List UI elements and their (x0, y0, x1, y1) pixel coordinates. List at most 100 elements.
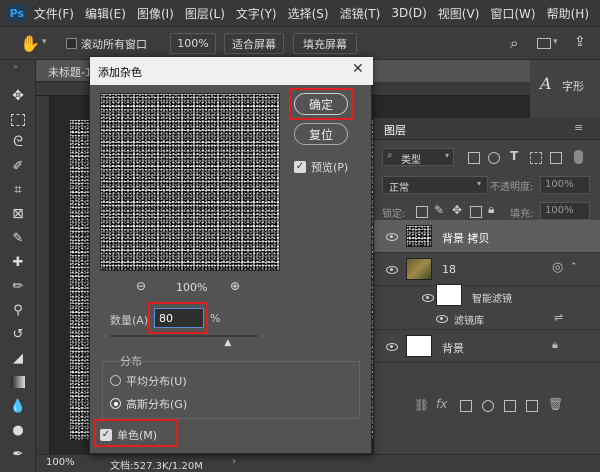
filter-adjustment-icon[interactable] (488, 152, 500, 164)
lock-position-icon[interactable]: ✥ (452, 203, 462, 217)
menu-layer[interactable]: 图层(L) (185, 5, 225, 22)
amount-slider-track[interactable] (110, 335, 258, 337)
layer-row[interactable]: 18 ◎ ⌃ (374, 253, 600, 286)
reset-button[interactable]: 复位 (294, 123, 348, 145)
workspace-icon[interactable] (537, 38, 551, 49)
filter-toggle-icon[interactable] (574, 150, 583, 164)
adjustment-layer-icon[interactable] (482, 400, 494, 412)
dodge-tool-icon[interactable]: ● (8, 420, 28, 440)
pen-tool-icon[interactable]: ✒ (8, 444, 28, 464)
filter-options-icon[interactable]: ⇌ (554, 311, 563, 324)
character-label[interactable]: 字形 (562, 78, 584, 94)
document-info: 文档:527.3K/1.20M (110, 461, 203, 472)
gaussian-radio[interactable] (110, 398, 121, 409)
lasso-tool-icon[interactable]: ᘓ (8, 132, 28, 152)
layer-row[interactable]: 背景 🔒︎ (374, 330, 600, 363)
filter-type-icon[interactable]: T (510, 149, 518, 163)
visibility-eye-icon[interactable] (386, 266, 398, 274)
layer-name[interactable]: 智能滤镜 (472, 290, 512, 305)
eraser-tool-icon[interactable]: ◢ (8, 348, 28, 368)
uniform-radio[interactable] (110, 375, 121, 386)
menu-edit[interactable]: 编辑(E) (85, 5, 126, 22)
expand-chevron-icon[interactable]: ⌃ (570, 262, 578, 272)
character-icon[interactable]: A (540, 74, 552, 93)
visibility-eye-icon[interactable] (436, 315, 448, 323)
zoom-100-button[interactable]: 100% (170, 33, 216, 54)
menu-3d[interactable]: 3D(D) (391, 6, 426, 20)
fx-icon[interactable]: fx (436, 397, 447, 411)
eyedropper-tool-icon[interactable]: ✎ (8, 228, 28, 248)
blur-tool-icon[interactable]: 💧 (8, 396, 28, 416)
smart-filter-badge-icon[interactable]: ◎ (552, 260, 563, 275)
status-zoom[interactable]: 100% (46, 457, 75, 468)
info-chevron-icon[interactable]: › (232, 456, 236, 467)
close-icon[interactable]: ✕ (352, 61, 364, 77)
menu-window[interactable]: 窗口(W) (490, 5, 535, 22)
lock-all-icon[interactable]: 🔒︎ (488, 202, 494, 217)
menu-view[interactable]: 视图(V) (438, 5, 480, 22)
workspace-chevron-icon[interactable]: ▾ (553, 37, 558, 47)
lock-transparent-icon[interactable] (416, 206, 428, 218)
fill-screen-button[interactable]: 填充屏幕 (293, 33, 357, 54)
layer-row[interactable]: 智能滤镜 (374, 284, 600, 308)
visibility-eye-icon[interactable] (386, 233, 398, 241)
brush-tool-icon[interactable]: ✏ (8, 276, 28, 296)
opacity-input[interactable]: 100% (540, 176, 590, 194)
marquee-tool-icon[interactable] (11, 114, 25, 126)
fit-screen-button[interactable]: 适合屏幕 (224, 33, 284, 54)
frame-tool-icon[interactable]: ⊠ (8, 204, 28, 224)
add-noise-dialog: 添加杂色 ✕ ⊖ 100% ⊕ 确定 复位 ✓ 预览(P) 数量(A) 80 %… (89, 56, 373, 454)
scroll-all-label: 滚动所有窗口 (81, 38, 147, 51)
amount-slider-thumb[interactable]: ▲ (224, 338, 231, 348)
layer-name[interactable]: 背景 (442, 340, 464, 356)
clone-stamp-tool-icon[interactable]: ⚲ (8, 300, 28, 320)
layer-name[interactable]: 18 (442, 263, 456, 276)
scroll-all-checkbox[interactable] (66, 38, 77, 49)
quick-select-tool-icon[interactable]: ✐ (8, 156, 28, 176)
tool-preset-chevron-icon[interactable]: ▾ (42, 37, 47, 47)
history-brush-tool-icon[interactable]: ↺ (8, 324, 28, 344)
new-group-icon[interactable] (504, 400, 516, 412)
zoom-in-icon[interactable]: ⊕ (230, 279, 240, 293)
share-icon[interactable]: ⇪ (574, 34, 586, 50)
fill-label: 填充: (510, 209, 534, 220)
visibility-eye-icon[interactable] (386, 343, 398, 351)
search-icon[interactable]: ⌕ (510, 34, 518, 52)
add-mask-icon[interactable] (460, 400, 472, 412)
filter-shape-icon[interactable] (530, 152, 542, 164)
lock-paint-icon[interactable]: ✎ (434, 203, 444, 217)
new-layer-icon[interactable] (526, 400, 538, 412)
blend-chevron-icon: ▾ (477, 179, 482, 188)
move-tool-icon[interactable]: ✥ (8, 86, 28, 106)
delete-layer-icon[interactable]: 🗑︎ (548, 397, 563, 411)
blend-mode-select[interactable]: 正常 ▾ (382, 176, 488, 194)
visibility-eye-icon[interactable] (422, 294, 434, 302)
zoom-out-icon[interactable]: ⊖ (136, 279, 146, 293)
layers-tab[interactable]: 图层 (384, 122, 406, 138)
collapse-icon[interactable]: » (13, 62, 18, 71)
document-title: 未标题-1 (48, 66, 92, 79)
fill-input[interactable]: 100% (540, 202, 590, 220)
healing-brush-tool-icon[interactable]: ✚ (8, 252, 28, 272)
layer-row[interactable]: 背景 拷贝 (374, 220, 600, 253)
menu-type[interactable]: 文字(Y) (236, 5, 277, 22)
hand-tool-icon[interactable]: ✋ (20, 34, 40, 53)
preview-checkbox[interactable]: ✓ (294, 161, 306, 173)
layer-kind-filter[interactable]: ⌕ 类型 ▾ (382, 148, 454, 166)
panel-menu-icon[interactable]: ≡ (574, 121, 583, 134)
menu-file[interactable]: 文件(F) (34, 5, 74, 22)
noise-preview[interactable] (100, 93, 280, 271)
gradient-tool-icon[interactable] (11, 376, 25, 388)
menu-help[interactable]: 帮助(H) (547, 5, 589, 22)
lock-artboard-icon[interactable] (470, 206, 482, 218)
layer-name[interactable]: 滤镜库 (454, 312, 484, 327)
menu-image[interactable]: 图像(I) (137, 5, 174, 22)
link-layers-icon[interactable]: ⛓ (414, 398, 429, 412)
filter-smart-object-icon[interactable] (550, 152, 562, 164)
filter-pixel-icon[interactable] (468, 152, 480, 164)
menu-filter[interactable]: 滤镜(T) (340, 5, 381, 22)
layer-name[interactable]: 背景 拷贝 (442, 230, 490, 246)
menu-select[interactable]: 选择(S) (288, 5, 329, 22)
layer-row[interactable]: 滤镜库 ⇌ (374, 308, 600, 330)
crop-tool-icon[interactable]: ⌗ (8, 180, 28, 200)
